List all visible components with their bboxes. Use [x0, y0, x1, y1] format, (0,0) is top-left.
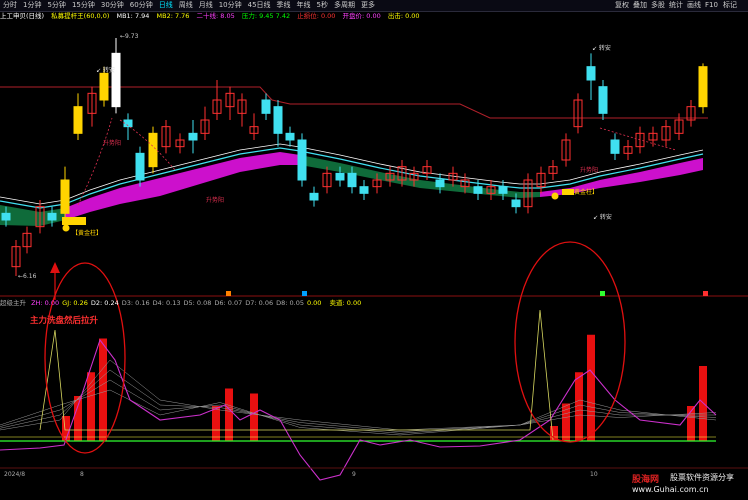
candle-body — [435, 179, 445, 188]
signal-marker — [226, 291, 231, 296]
indicator-value: ZH: 0.00 — [31, 299, 60, 307]
golden-pillar-label: 黄金柱】 — [574, 188, 598, 196]
grey-indicator-line — [0, 359, 717, 431]
indicator-value: D2: 0.24 — [90, 299, 119, 307]
b-marker — [62, 224, 70, 232]
indicator-value: D8: 0.05 — [276, 299, 304, 307]
candle-body — [473, 186, 483, 194]
b-marker — [551, 192, 559, 200]
candle-body — [347, 172, 357, 188]
candle-body — [148, 132, 158, 168]
ma-cloud-segment — [240, 152, 280, 172]
buy-label: ↙ 转安 — [593, 213, 612, 221]
signal-marker — [600, 291, 605, 296]
rise-label: 升势阳 — [103, 139, 121, 147]
candle-body — [111, 52, 121, 108]
sell-value: 卖道: 0.00 — [329, 299, 362, 307]
grey-indicator-line — [0, 369, 717, 432]
golden-pillar-label: 【黄金柱】 — [72, 229, 102, 237]
indicator-value: D6: 0.07 — [214, 299, 243, 307]
indicator-value: D7: 0.06 — [245, 299, 274, 307]
indicator-bar — [562, 403, 570, 441]
date-label: 9 — [352, 471, 356, 478]
indicator-bar — [212, 406, 220, 441]
candle-body — [297, 139, 307, 181]
indicator-value: 0.00 — [306, 299, 322, 307]
candle-body — [273, 106, 283, 134]
sub-indicator-name[interactable]: 超级主升 — [0, 299, 26, 307]
watermark-site: 股海网 — [632, 475, 660, 485]
indicator-sub-bar: 超级主升 ZH: 0.00 GJ: 0.26 D2: 0.24 D3: 0.16 D4:… — [0, 298, 748, 308]
indicator-value: D4: 0.13 — [152, 299, 181, 307]
candle-body — [285, 132, 295, 141]
watermark-slogan: 股票软件资源分享 — [670, 473, 734, 482]
candle-body — [309, 192, 319, 201]
ma-cloud-segment — [640, 163, 680, 182]
golden-pillar-box — [562, 189, 574, 195]
candle-body — [335, 172, 345, 181]
candle-body — [188, 132, 198, 141]
buy-label: ↙ 转安 — [96, 66, 115, 74]
annotation-text: 主力洗盘然后拉升 — [30, 315, 99, 326]
candle-body — [73, 106, 83, 134]
candle-body — [598, 86, 608, 114]
grey-indicator-line — [0, 379, 716, 434]
rise-label: 升势阳 — [580, 166, 598, 174]
buy-label: ↙ 转安 — [592, 44, 611, 52]
indicator-bar — [225, 388, 233, 441]
candle-body — [99, 72, 109, 101]
indicator-bar — [74, 396, 82, 441]
indicator-value: GJ: 0.26 — [62, 299, 88, 307]
candle-body — [1, 212, 11, 221]
ma-cloud-segment — [680, 158, 703, 175]
date-label: 8 — [80, 471, 84, 478]
indicator-bar — [99, 338, 107, 441]
indicator-value: D3: 0.16 — [121, 299, 150, 307]
candle-body — [498, 186, 508, 194]
candle-body — [135, 152, 145, 181]
signal-marker — [703, 291, 708, 296]
watermark-url: www.Guhai.com.cn — [632, 485, 709, 494]
candle-body — [47, 212, 57, 221]
price-high-label: ←9.73 — [120, 33, 139, 40]
golden-pillar-box — [62, 217, 86, 225]
candlestick-chart[interactable]: ←9.73←6.16【黄金柱】黄金柱】↙ 转安↙ 转安↙ 转安升势阳升势阳升势阳… — [0, 0, 748, 500]
ma-cloud-segment — [340, 163, 380, 180]
indicator-bar — [250, 393, 258, 441]
indicator-value: D5: 0.08 — [183, 299, 212, 307]
candle-body — [586, 66, 596, 81]
date-label: 10 — [590, 471, 598, 478]
indicator-bar — [575, 372, 583, 441]
candle-body — [261, 99, 271, 114]
annotation-arrowhead — [50, 262, 60, 273]
candle-body — [511, 199, 521, 208]
ma-cloud-segment — [90, 188, 120, 212]
candle-body — [359, 186, 369, 194]
candle-body — [610, 139, 620, 154]
price-low-label: ←6.16 — [18, 273, 37, 280]
date-label: 2024/8 — [4, 471, 25, 478]
indicator-bar — [587, 334, 595, 441]
magenta-indicator-line — [0, 338, 717, 481]
candle-body — [698, 66, 708, 108]
signal-marker — [302, 291, 307, 296]
candle-body — [60, 179, 70, 214]
rise-label: 升势阳 — [206, 196, 224, 204]
ma-cloud-segment — [520, 192, 540, 198]
ma-cloud-segment — [280, 152, 300, 165]
